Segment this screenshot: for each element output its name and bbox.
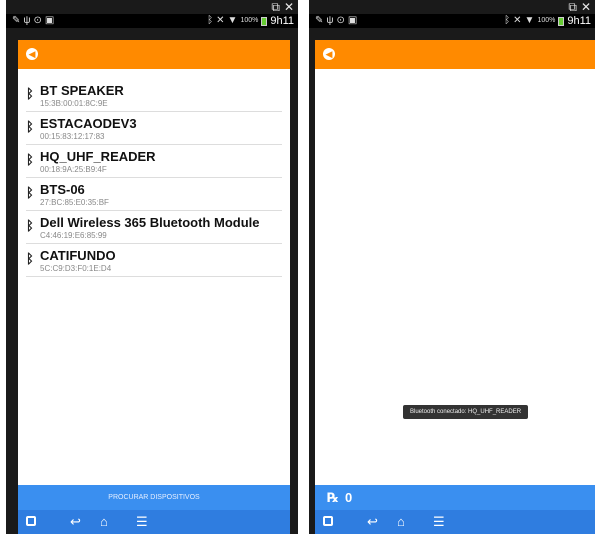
device-address: 00:15:83:12:17:83	[40, 132, 105, 141]
battery-percent: 100%	[537, 17, 556, 24]
device-address: 5C:C9:D3:F0:1E:D4	[40, 264, 112, 273]
reader-screen: Bluetooth conectado: HQ_UHF_READER	[315, 69, 595, 485]
app-bar: ◀	[315, 40, 595, 69]
device-list-item[interactable]: ᛒ BT SPEAKER 15:3B:00:01:8C:9E	[26, 79, 282, 112]
nav-bar: ↩ ⌂ ☰	[18, 510, 290, 534]
battery-percent: 100%	[240, 17, 259, 24]
status-bar: ✎ψ⊙▣ ᛒ ✕ ▼ 100% 9h11	[309, 14, 595, 28]
left-phone-screen: ⧉ ✕ ✎ψ⊙▣ ᛒ ✕ ▼ 100% 9h11 ◀ ᛒ BT SPEAKER 15…	[6, 0, 298, 534]
clock: 9h11	[270, 15, 294, 27]
device-name: ESTACAODEV3	[40, 116, 137, 131]
device-name: HQ_UHF_READER	[40, 149, 156, 164]
home-icon[interactable]: ⌂	[397, 514, 405, 530]
window-controls: ⧉ ✕	[271, 0, 294, 14]
device-name: BT SPEAKER	[40, 83, 124, 98]
receive-icon: ℞	[327, 490, 339, 505]
device-address: 27:BC:85:E0:35:BF	[40, 198, 109, 207]
recent-apps-icon[interactable]: ☰	[433, 514, 445, 530]
device-list-item[interactable]: ᛒ Dell Wireless 365 Bluetooth Module C4:46…	[26, 211, 282, 244]
device-list: ᛒ BT SPEAKER 15:3B:00:01:8C:9E ᛒ ESTACAODEV3…	[26, 79, 282, 277]
bluetooth-icon: ᛒ	[26, 185, 34, 200]
back-nav-icon[interactable]: ↩	[367, 514, 378, 530]
device-address: 00:18:9A:25:B9:4F	[40, 165, 107, 174]
bluetooth-icon: ᛒ	[26, 251, 34, 266]
received-count: 0	[345, 490, 353, 505]
recent-apps-icon[interactable]: ☰	[136, 514, 148, 530]
bluetooth-icon: ᛒ	[26, 119, 34, 134]
app-switch-icon[interactable]	[26, 514, 36, 530]
window-close-icon[interactable]: ✕	[284, 0, 294, 14]
device-list-item[interactable]: ᛒ HQ_UHF_READER 00:18:9A:25:B9:4F	[26, 145, 282, 178]
wifi-icon: ▼	[524, 15, 535, 26]
notification-icons: ✎ψ⊙▣	[315, 15, 361, 26]
clock: 9h11	[567, 15, 591, 27]
scan-devices-button[interactable]: PROCURAR DISPOSITIVOS	[18, 485, 290, 510]
app-bar: ◀	[18, 40, 290, 69]
notification-icons: ✎ψ⊙▣	[12, 15, 58, 26]
nav-bar: ↩ ⌂ ☰	[315, 510, 595, 534]
device-list-item[interactable]: ᛒ CATIFUNDO 5C:C9:D3:F0:1E:D4	[26, 244, 282, 277]
device-address: 15:3B:00:01:8C:9E	[40, 99, 108, 108]
back-arrow-icon[interactable]: ◀	[26, 48, 38, 60]
device-address: C4:46:19:E6:85:99	[40, 231, 107, 240]
status-right: ᛒ ✕ ▼ 100% 9h11	[207, 14, 294, 28]
device-name: Dell Wireless 365 Bluetooth Module	[40, 215, 260, 230]
home-icon[interactable]: ⌂	[100, 514, 108, 530]
device-list-screen: ᛒ BT SPEAKER 15:3B:00:01:8C:9E ᛒ ESTACAODEV3…	[18, 69, 290, 485]
window-controls: ⧉ ✕	[568, 0, 591, 14]
popout-icon[interactable]: ⧉	[568, 0, 577, 14]
bluetooth-icon: ᛒ	[26, 152, 34, 167]
battery-icon	[261, 16, 268, 26]
back-arrow-icon[interactable]: ◀	[323, 48, 335, 60]
status-right: ᛒ ✕ ▼ 100% 9h11	[504, 14, 591, 28]
mute-icon: ✕	[216, 15, 225, 26]
status-bar: ✎ψ⊙▣ ᛒ ✕ ▼ 100% 9h11	[6, 14, 298, 28]
device-name: BTS-06	[40, 182, 85, 197]
device-list-item[interactable]: ᛒ ESTACAODEV3 00:15:83:12:17:83	[26, 112, 282, 145]
back-nav-icon[interactable]: ↩	[70, 514, 81, 530]
device-list-item[interactable]: ᛒ BTS-06 27:BC:85:E0:35:BF	[26, 178, 282, 211]
device-name: CATIFUNDO	[40, 248, 116, 263]
battery-icon	[558, 16, 565, 26]
bluetooth-status-icon: ᛒ	[207, 15, 214, 26]
right-phone-screen: ⧉ ✕ ✎ψ⊙▣ ᛒ ✕ ▼ 100% 9h11 ◀ Bluetooth con…	[309, 0, 595, 534]
wifi-icon: ▼	[227, 15, 238, 26]
bluetooth-icon: ᛒ	[26, 86, 34, 101]
toast-message: Bluetooth conectado: HQ_UHF_READER	[403, 405, 529, 419]
received-bar: ℞ 0	[315, 485, 595, 510]
bluetooth-icon: ᛒ	[26, 218, 34, 233]
mute-icon: ✕	[513, 15, 522, 26]
app-switch-icon[interactable]	[323, 514, 333, 530]
popout-icon[interactable]: ⧉	[271, 0, 280, 14]
window-close-icon[interactable]: ✕	[581, 0, 591, 14]
bluetooth-status-icon: ᛒ	[504, 15, 511, 26]
